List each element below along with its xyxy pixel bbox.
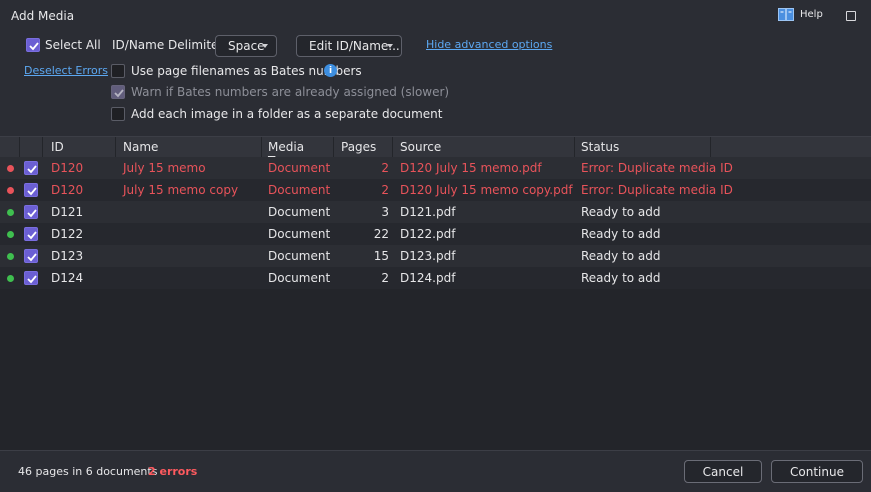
- edit-id-name-dropdown[interactable]: Edit ID/Name...: [296, 35, 402, 57]
- warn-bates-label: Warn if Bates numbers are already assign…: [131, 85, 450, 99]
- select-all-label: Select All: [45, 38, 101, 52]
- status-dot-header: [0, 137, 20, 157]
- cell-status: Ready to add: [581, 271, 661, 285]
- window-title: Add Media: [11, 9, 75, 23]
- table-row[interactable]: D121 Document 3 D121.pdf Ready to add: [0, 201, 871, 223]
- cell-id: D122: [51, 227, 84, 241]
- column-header-source[interactable]: Source: [393, 137, 575, 157]
- checkmark-icon: [27, 209, 37, 218]
- cell-media-type: Document: [268, 161, 331, 175]
- checkbox-header: [20, 137, 43, 157]
- cell-source: D121.pdf: [400, 205, 456, 219]
- cell-name: July 15 memo: [123, 161, 206, 175]
- ok-dot-icon: [7, 253, 14, 260]
- footer: 46 pages in 6 documents 2 errors Cancel …: [0, 450, 871, 492]
- checkmark-icon: [27, 187, 37, 196]
- checkmark-icon: [114, 89, 124, 98]
- row-checkbox[interactable]: [24, 271, 38, 285]
- cell-media-type: Document: [268, 271, 331, 285]
- row-checkbox[interactable]: [24, 183, 38, 197]
- checkmark-icon: [29, 42, 39, 51]
- help-label: Help: [800, 9, 823, 20]
- continue-button[interactable]: Continue: [771, 460, 863, 483]
- summary-text: 46 pages in 6 documents: [18, 465, 158, 478]
- delimiter-dropdown[interactable]: Space: [215, 35, 277, 57]
- error-dot-icon: [7, 187, 14, 194]
- column-header-id[interactable]: ID: [44, 137, 116, 157]
- cell-name: July 15 memo copy: [123, 183, 239, 197]
- deselect-errors-link[interactable]: Deselect Errors: [24, 64, 108, 77]
- cell-status: Error: Duplicate media ID: [581, 161, 733, 175]
- chevron-down-icon: [387, 44, 393, 48]
- cell-source: D122.pdf: [400, 227, 456, 241]
- cell-media-type: Document: [268, 205, 331, 219]
- cell-id: D121: [51, 205, 84, 219]
- table-row[interactable]: D124 Document 2 D124.pdf Ready to add: [0, 267, 871, 289]
- cell-status: Ready to add: [581, 249, 661, 263]
- cell-pages: 3: [381, 205, 389, 219]
- select-all-checkbox[interactable]: [26, 38, 40, 52]
- table-row[interactable]: D122 Document 22 D122.pdf Ready to add: [0, 223, 871, 245]
- cell-source: D124.pdf: [400, 271, 456, 285]
- checkmark-icon: [27, 275, 37, 284]
- title-bar: Add Media Help: [0, 0, 871, 30]
- column-header-status[interactable]: Status: [575, 137, 711, 157]
- table-row[interactable]: D123 Document 15 D123.pdf Ready to add: [0, 245, 871, 267]
- cancel-button[interactable]: Cancel: [684, 460, 762, 483]
- delimiter-label: ID/Name Delimiter:: [112, 38, 228, 52]
- column-header-pages[interactable]: Pages: [334, 137, 393, 157]
- cell-media-type: Document: [268, 183, 331, 197]
- separate-document-label: Add each image in a folder as a separate…: [131, 107, 443, 121]
- separate-document-checkbox[interactable]: [111, 107, 125, 121]
- cell-id: D123: [51, 249, 84, 263]
- table-row[interactable]: D120 July 15 memo copy Document 2 D120 July …: [0, 179, 871, 201]
- book-icon: [778, 8, 794, 21]
- cell-source: D120 July 15 memo.pdf: [400, 161, 542, 175]
- column-header-name[interactable]: Name: [116, 137, 262, 157]
- maximize-button[interactable]: [846, 11, 856, 21]
- cell-pages: 2: [381, 161, 389, 175]
- media-table: ID Name Media Type Pages Source Status D…: [0, 137, 871, 450]
- hide-advanced-link[interactable]: Hide advanced options: [426, 38, 552, 51]
- checkmark-icon: [27, 165, 37, 174]
- row-checkbox[interactable]: [24, 249, 38, 263]
- table-row[interactable]: D120 July 15 memo Document 2 D120 July 15 me…: [0, 157, 871, 179]
- checkmark-icon: [27, 253, 37, 262]
- row-checkbox[interactable]: [24, 161, 38, 175]
- cell-status: Error: Duplicate media ID: [581, 183, 733, 197]
- ok-dot-icon: [7, 275, 14, 282]
- row-checkbox[interactable]: [24, 227, 38, 241]
- cell-id: D120: [51, 183, 84, 197]
- column-header-media-type[interactable]: Media Type: [262, 137, 334, 168]
- error-count[interactable]: 2 errors: [148, 465, 197, 478]
- use-filenames-checkbox[interactable]: [111, 64, 125, 78]
- cell-id: D120: [51, 161, 84, 175]
- checkmark-icon: [27, 231, 37, 240]
- cell-status: Ready to add: [581, 227, 661, 241]
- cell-status: Ready to add: [581, 205, 661, 219]
- table-header: ID Name Media Type Pages Source Status: [0, 137, 871, 168]
- cell-pages: 22: [373, 227, 389, 241]
- cell-media-type: Document: [268, 227, 331, 241]
- help-button[interactable]: Help: [778, 8, 823, 21]
- error-dot-icon: [7, 165, 14, 172]
- cell-pages: 2: [381, 271, 389, 285]
- delimiter-value: Space: [228, 39, 265, 53]
- ok-dot-icon: [7, 209, 14, 216]
- cell-pages: 15: [373, 249, 389, 263]
- cell-id: D124: [51, 271, 84, 285]
- row-checkbox[interactable]: [24, 205, 38, 219]
- cell-source: D123.pdf: [400, 249, 456, 263]
- cell-pages: 2: [381, 183, 389, 197]
- info-icon[interactable]: i: [324, 64, 337, 77]
- cell-source: D120 July 15 memo copy.pdf: [400, 183, 573, 197]
- chevron-down-icon: [262, 44, 268, 48]
- ok-dot-icon: [7, 231, 14, 238]
- warn-bates-checkbox: [111, 85, 125, 99]
- cell-media-type: Document: [268, 249, 331, 263]
